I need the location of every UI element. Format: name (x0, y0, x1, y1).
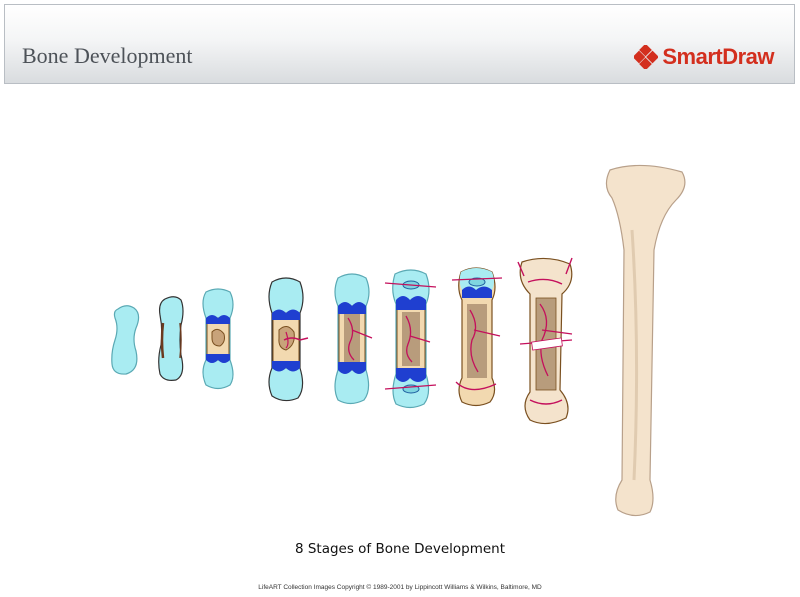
title-bar: Bone Development SmartDraw (4, 4, 795, 84)
copyright-notice: LifeART Collection Images Copyright © 19… (258, 584, 542, 591)
diagram-caption: 8 Stages of Bone Development (294, 541, 506, 557)
stage-7-epiphyses-ossify (451, 267, 503, 407)
stage-2-bone-collar (158, 296, 184, 381)
stage-3-primary-ossification (202, 288, 234, 390)
smartdraw-logo: SmartDraw (634, 43, 774, 71)
brand-name: SmartDraw (662, 44, 774, 69)
stage-8-growth-plates (517, 257, 573, 425)
stage-6-secondary-ossification (384, 269, 437, 409)
bone-development-diagram (111, 164, 686, 517)
stage-1-cartilage-model (111, 305, 140, 375)
page-title: Bone Development (22, 43, 193, 68)
smartdraw-diamond-icon (634, 45, 659, 69)
stage-4-vessel-invasion (268, 277, 309, 402)
adult-bone (605, 164, 686, 517)
stage-5-marrow-cavity (334, 273, 373, 405)
